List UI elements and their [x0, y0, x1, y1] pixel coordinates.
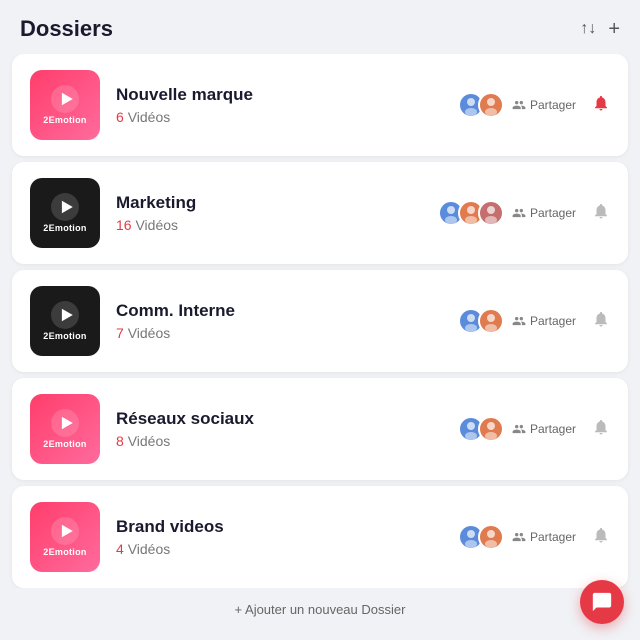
dossier-logo: 2Emotion [30, 394, 100, 464]
card-info: Brand videos 4 Vidéos [116, 517, 438, 557]
card-count: 4 Vidéos [116, 541, 438, 557]
dossier-card[interactable]: 2Emotion Marketing 16 Vidéos Partager [12, 162, 628, 264]
card-info: Réseaux sociaux 8 Vidéos [116, 409, 438, 449]
share-button[interactable]: Partager [512, 530, 576, 544]
share-icon [512, 314, 526, 328]
share-button[interactable]: Partager [512, 314, 576, 328]
header-actions: ↑↓ + [580, 18, 620, 41]
card-count: 16 Vidéos [116, 217, 418, 233]
dossier-logo: 2Emotion [30, 178, 100, 248]
logo-brand-text: 2Emotion [43, 331, 86, 341]
notification-bell[interactable] [592, 526, 610, 549]
card-title: Brand videos [116, 517, 438, 537]
card-meta: Partager [458, 92, 576, 118]
logo-brand-text: 2Emotion [43, 547, 86, 557]
avatars-group [458, 308, 504, 334]
share-icon [512, 98, 526, 112]
chat-icon [591, 591, 613, 613]
dossier-card[interactable]: 2Emotion Nouvelle marque 6 Vidéos Partage… [12, 54, 628, 156]
avatar [478, 92, 504, 118]
play-icon [51, 409, 79, 437]
card-title: Marketing [116, 193, 418, 213]
play-icon [51, 85, 79, 113]
avatars-group [438, 200, 504, 226]
avatars-group [458, 416, 504, 442]
page-title: Dossiers [20, 16, 113, 42]
logo-brand-text: 2Emotion [43, 115, 86, 125]
share-button[interactable]: Partager [512, 206, 576, 220]
card-count: 6 Vidéos [116, 109, 438, 125]
card-title: Réseaux sociaux [116, 409, 438, 429]
play-icon [51, 517, 79, 545]
share-button[interactable]: Partager [512, 98, 576, 112]
card-title: Comm. Interne [116, 301, 438, 321]
share-icon [512, 530, 526, 544]
avatar [478, 308, 504, 334]
card-meta: Partager [458, 308, 576, 334]
sort-icon[interactable]: ↑↓ [580, 20, 596, 38]
share-icon [512, 206, 526, 220]
dossier-logo: 2Emotion [30, 502, 100, 572]
page-header: Dossiers ↑↓ + [0, 0, 640, 54]
card-info: Marketing 16 Vidéos [116, 193, 418, 233]
chat-bubble-button[interactable] [580, 580, 624, 624]
add-icon[interactable]: + [608, 18, 620, 41]
add-dossier-button[interactable]: + Ajouter un nouveau Dossier [0, 588, 640, 631]
dossier-card[interactable]: 2Emotion Réseaux sociaux 8 Vidéos Partage… [12, 378, 628, 480]
dossier-logo: 2Emotion [30, 286, 100, 356]
card-meta: Partager [458, 416, 576, 442]
avatar [478, 524, 504, 550]
play-icon [51, 193, 79, 221]
avatar [478, 200, 504, 226]
card-meta: Partager [438, 200, 576, 226]
notification-bell[interactable] [592, 94, 610, 117]
share-button[interactable]: Partager [512, 422, 576, 436]
avatars-group [458, 92, 504, 118]
dossier-logo: 2Emotion [30, 70, 100, 140]
card-info: Nouvelle marque 6 Vidéos [116, 85, 438, 125]
logo-brand-text: 2Emotion [43, 439, 86, 449]
dossiers-list: 2Emotion Nouvelle marque 6 Vidéos Partage… [0, 54, 640, 588]
play-icon [51, 301, 79, 329]
card-title: Nouvelle marque [116, 85, 438, 105]
logo-brand-text: 2Emotion [43, 223, 86, 233]
notification-bell[interactable] [592, 418, 610, 441]
share-icon [512, 422, 526, 436]
card-count: 8 Vidéos [116, 433, 438, 449]
card-info: Comm. Interne 7 Vidéos [116, 301, 438, 341]
dossier-card[interactable]: 2Emotion Comm. Interne 7 Vidéos Partager [12, 270, 628, 372]
card-count: 7 Vidéos [116, 325, 438, 341]
notification-bell[interactable] [592, 310, 610, 333]
card-meta: Partager [458, 524, 576, 550]
dossier-card[interactable]: 2Emotion Brand videos 4 Vidéos Partager [12, 486, 628, 588]
avatars-group [458, 524, 504, 550]
avatar [478, 416, 504, 442]
notification-bell[interactable] [592, 202, 610, 225]
